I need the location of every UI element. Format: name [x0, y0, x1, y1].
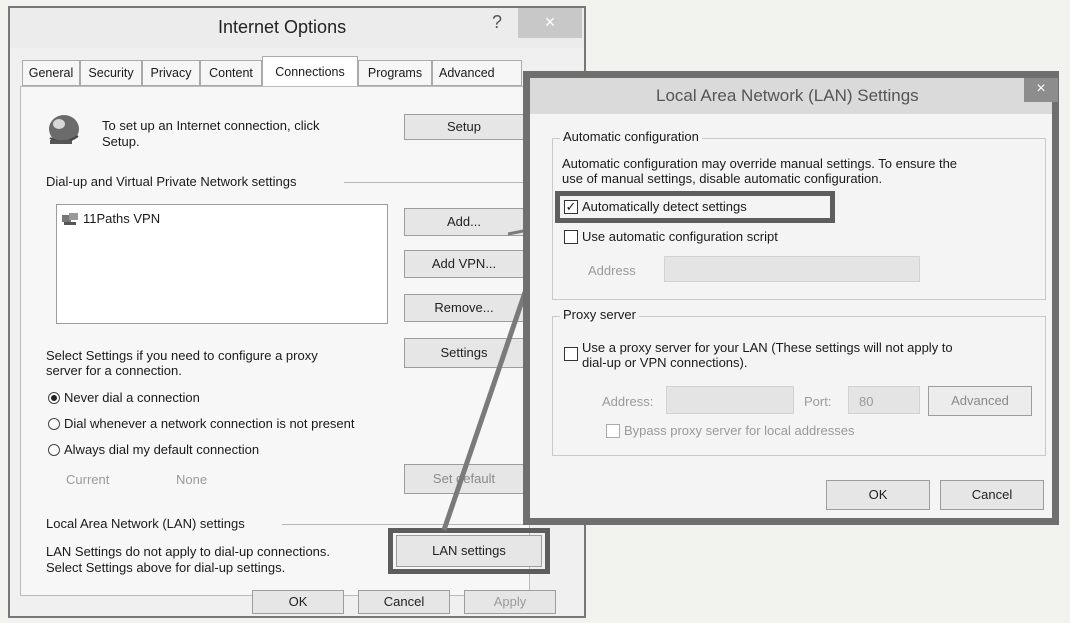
auto-config-heading: Automatic configuration: [560, 129, 702, 144]
auto-config-text-line1: Automatic configuration may override man…: [562, 156, 958, 171]
auto-config-text-line2: use of manual settings, disable automati…: [562, 171, 883, 186]
lan-settings-dialog: Local Area Network (LAN) Settings × Auto…: [523, 71, 1059, 525]
check-icon: ✓: [565, 199, 577, 214]
address-label: Address: [588, 263, 636, 278]
proxy-port-input[interactable]: 80: [848, 386, 920, 414]
close-icon: ×: [1036, 80, 1046, 97]
auto-script-label: Use automatic configuration script: [582, 229, 778, 244]
auto-script-checkbox[interactable]: [564, 230, 578, 244]
port-value: 80: [859, 394, 874, 409]
advanced-button[interactable]: Advanced: [928, 386, 1032, 416]
lan-close-button[interactable]: ×: [1024, 78, 1058, 102]
bypass-checkbox[interactable]: [606, 424, 620, 438]
script-address-input[interactable]: [664, 256, 920, 282]
proxy-address-input[interactable]: [666, 386, 794, 414]
proxy-label-line2: dial-up or VPN connections).: [582, 355, 748, 370]
lan-cancel-button[interactable]: Cancel: [940, 480, 1044, 510]
proxy-address-label: Address:: [602, 394, 654, 409]
auto-detect-checkbox[interactable]: ✓: [564, 200, 578, 214]
lan-titlebar: Local Area Network (LAN) Settings ×: [530, 78, 1058, 114]
proxy-label-line1: Use a proxy server for your LAN (These s…: [582, 340, 953, 355]
lan-dialog-title: Local Area Network (LAN) Settings: [656, 86, 919, 105]
bypass-label: Bypass proxy server for local addresses: [624, 423, 855, 438]
proxy-heading: Proxy server: [560, 307, 639, 322]
auto-detect-label: Automatically detect settings: [582, 199, 747, 214]
proxy-checkbox[interactable]: [564, 347, 578, 361]
lan-ok-button[interactable]: OK: [826, 480, 930, 510]
port-label: Port:: [804, 394, 832, 409]
